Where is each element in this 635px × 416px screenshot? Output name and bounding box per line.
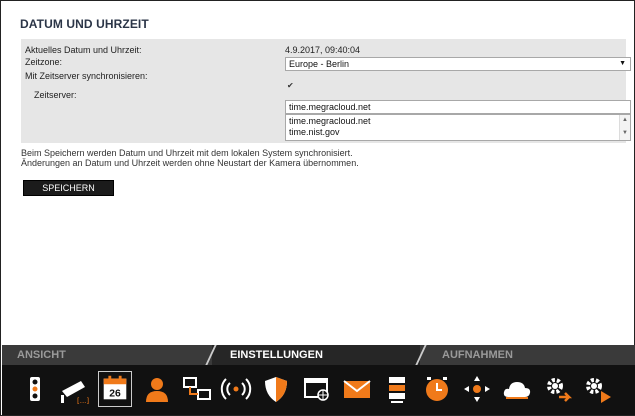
mail-icon[interactable] <box>341 373 373 405</box>
svg-text:[...]: [...] <box>77 397 89 405</box>
datetime-section: Aktuelles Datum und Uhrzeit: 4.9.2017, 0… <box>21 39 631 143</box>
settings-toolbar: [...] 26 <box>2 365 635 415</box>
gear-arrow-icon[interactable] <box>541 373 573 405</box>
clock-icon[interactable] <box>421 373 453 405</box>
timeserver-list[interactable]: time.megracloud.net time.nist.gov ▲ ▼ <box>285 114 631 141</box>
info-note-line1: Beim Speichern werden Datum und Uhrzeit … <box>21 148 353 158</box>
list-scrollbar[interactable]: ▲ ▼ <box>619 115 630 140</box>
settings-panel: DATUM UND UHRZEIT Aktuelles Datum und Uh… <box>9 8 631 344</box>
web-browser-icon[interactable] <box>301 373 333 405</box>
traffic-light-icon[interactable] <box>19 373 51 405</box>
dropdown-arrow-icon: ▼ <box>619 60 626 67</box>
tab-bar: ANSICHT EINSTELLUNGEN AUFNAHMEN <box>2 345 635 365</box>
scroll-up-icon[interactable]: ▲ <box>622 117 628 123</box>
list-item[interactable]: time.megracloud.net <box>289 116 371 126</box>
timezone-label: Zeitzone: <box>25 57 63 67</box>
user-icon[interactable] <box>141 373 173 405</box>
tab-ansicht[interactable]: ANSICHT <box>17 345 66 365</box>
tab-aufnahmen[interactable]: AUFNAHMEN <box>442 345 513 365</box>
info-note-line2: Änderungen an Datum und Uhrzeit werden o… <box>21 158 359 168</box>
timeserver-label: Zeitserver: <box>34 90 77 100</box>
camera-icon[interactable]: [...] <box>59 373 91 405</box>
shield-icon[interactable] <box>260 373 292 405</box>
ptz-control-icon[interactable] <box>461 373 493 405</box>
cloud-icon[interactable] <box>501 373 533 405</box>
scroll-down-icon[interactable]: ▼ <box>622 130 628 136</box>
timeserver-value: time.megracloud.net <box>289 102 371 112</box>
save-button[interactable]: SPEICHERN <box>23 180 114 196</box>
timezone-value: Europe - Berlin <box>289 59 350 69</box>
gear-play-icon[interactable] <box>581 373 613 405</box>
tab-einstellungen[interactable]: EINSTELLUNGEN <box>230 345 323 365</box>
calendar-day: 26 <box>109 388 121 399</box>
wireless-signal-icon[interactable] <box>220 373 252 405</box>
timeserver-input[interactable]: time.megracloud.net <box>285 100 631 114</box>
network-devices-icon[interactable] <box>181 373 213 405</box>
sync-checkbox[interactable]: ✔ <box>287 82 295 90</box>
sync-label: Mit Zeitserver synchronisieren: <box>25 71 148 81</box>
calendar-icon[interactable]: 26 <box>98 371 132 407</box>
page-title: DATUM UND UHRZEIT <box>20 17 149 31</box>
info-note: Beim Speichern werden Datum und Uhrzeit … <box>21 148 359 168</box>
main-window: DATUM UND UHRZEIT Aktuelles Datum und Uh… <box>0 0 635 416</box>
storage-icon[interactable] <box>381 373 413 405</box>
current-datetime-value: 4.9.2017, 09:40:04 <box>285 45 361 55</box>
list-item[interactable]: time.nist.gov <box>289 127 340 137</box>
current-datetime-label: Aktuelles Datum und Uhrzeit: <box>25 45 142 55</box>
timezone-select[interactable]: Europe - Berlin ▼ <box>285 57 631 71</box>
